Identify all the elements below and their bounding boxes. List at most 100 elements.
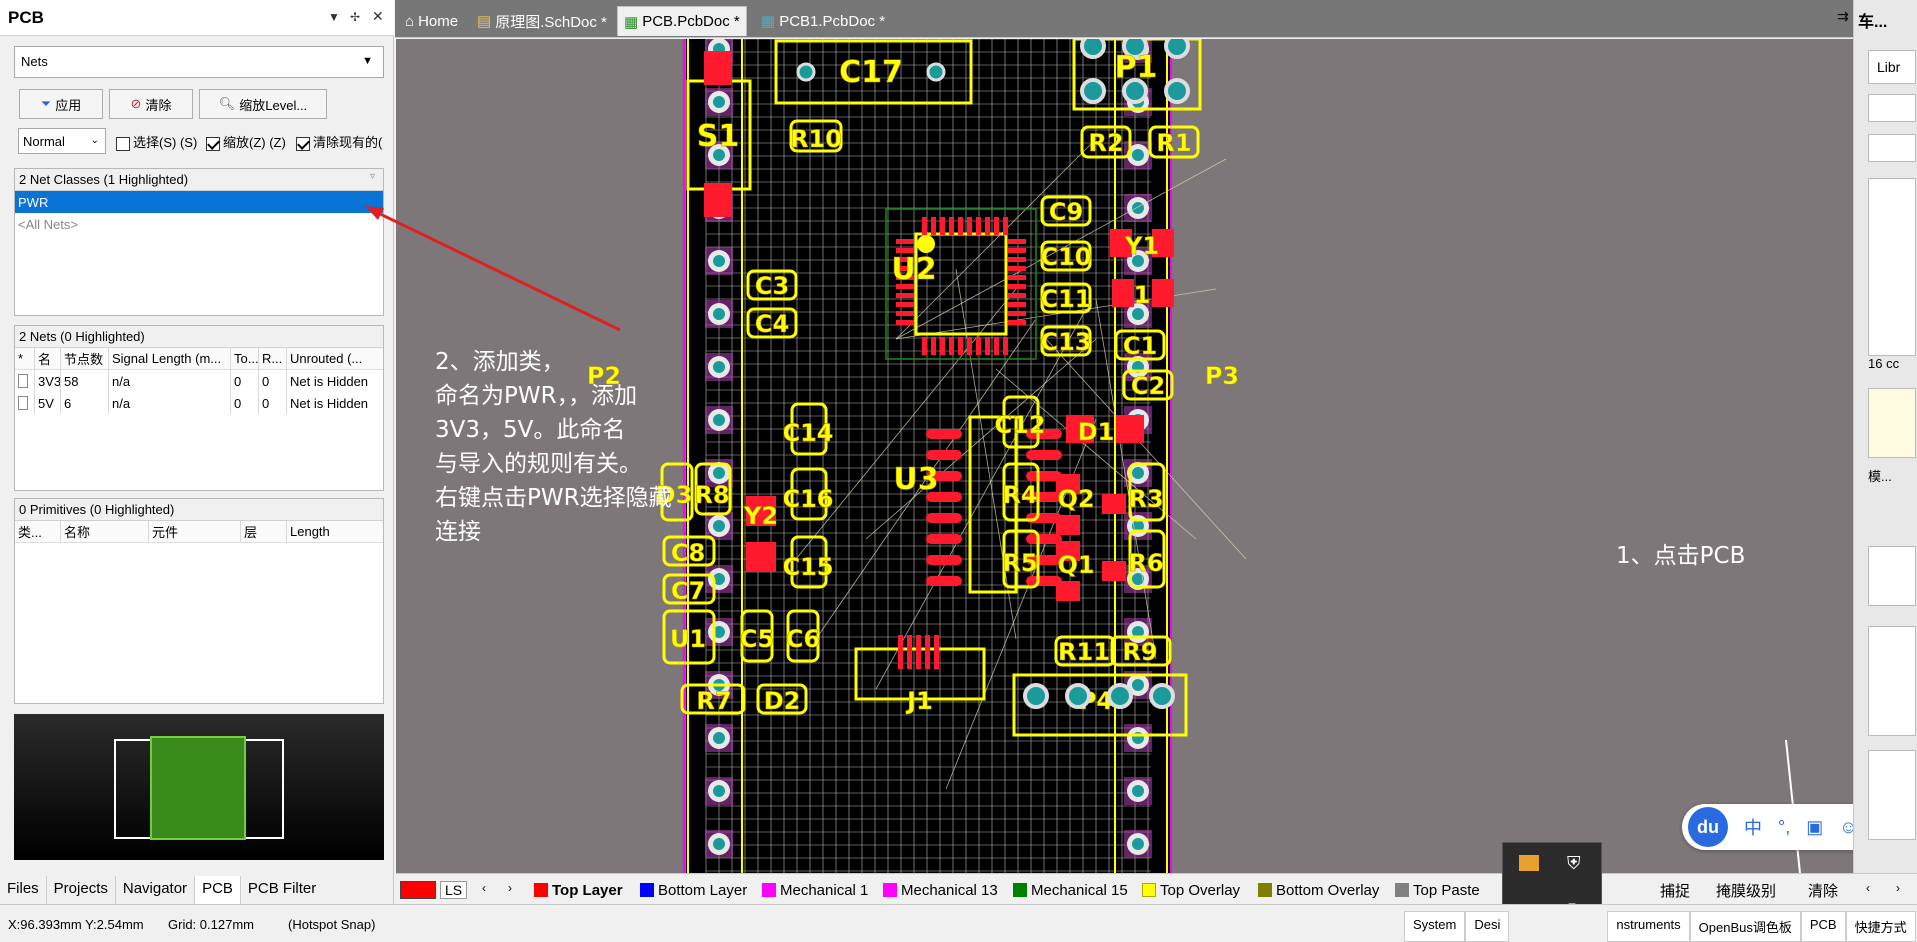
clear-mask-button[interactable]: 清除: [1808, 880, 1838, 900]
pin-icon[interactable]: ✢: [350, 10, 360, 24]
layer-bottom-overlay[interactable]: Bottom Overlay: [1258, 880, 1379, 900]
snap-button[interactable]: 捕捉: [1660, 880, 1690, 900]
tab-home[interactable]: ⌂ Home: [399, 6, 464, 36]
mode-dropdown[interactable]: Nets ▼: [14, 46, 384, 78]
column-header[interactable]: Length: [287, 521, 383, 542]
component-preview[interactable]: [1868, 388, 1916, 458]
column-header[interactable]: 层: [241, 521, 287, 542]
panel-menu-icon[interactable]: ▼: [328, 10, 340, 24]
mask-level-button[interactable]: 掩膜级别: [1716, 880, 1776, 900]
component-label-c12: C12: [994, 411, 1045, 439]
net-checkbox[interactable]: [15, 370, 35, 392]
close-icon[interactable]: ✕: [372, 8, 384, 25]
design-compiler-button[interactable]: Desi: [1465, 911, 1510, 942]
tab-files[interactable]: Files: [0, 876, 47, 904]
system-button[interactable]: System: [1404, 911, 1466, 942]
net-class-item-pwr[interactable]: PWR: [15, 191, 383, 213]
tab-navigator[interactable]: Navigator: [116, 876, 196, 904]
layer-top[interactable]: Top Layer: [534, 880, 623, 900]
pcb-canvas[interactable]: C17 P1 S1 R10 R2 R1 C9 Y1 U2 C10 C3 C11 1 C4 C13 C1 C2 P2…: [396, 39, 1853, 873]
net-r: 0: [259, 392, 287, 414]
header-drill: [713, 785, 725, 797]
column-header[interactable]: 元件: [149, 521, 241, 542]
shield-icon[interactable]: ⛨: [1567, 853, 1581, 874]
tab-pcb[interactable]: PCB: [195, 876, 241, 904]
j1-pin: [907, 635, 912, 669]
component-label-p1: P1: [1115, 50, 1158, 85]
layer-mech15[interactable]: Mechanical 15: [1013, 880, 1128, 900]
select-checkbox[interactable]: 选择(S) (S): [116, 132, 197, 151]
column-header[interactable]: To...: [231, 348, 259, 369]
apply-button[interactable]: ⏷ 应用: [19, 89, 103, 119]
zoom-level-button[interactable]: 🔍︎ 缩放Level...: [199, 89, 327, 119]
instruments-button[interactable]: nstruments: [1607, 911, 1690, 942]
tab-schematic[interactable]: ▤ 原理图.SchDoc *: [471, 6, 613, 36]
ime-logo-icon[interactable]: du: [1688, 807, 1728, 847]
layer-top-overlay[interactable]: Top Overlay: [1142, 880, 1240, 900]
scroll-right-icon[interactable]: ›: [1896, 881, 1900, 895]
p4-pad: [1065, 683, 1091, 709]
column-header[interactable]: 节点数: [61, 348, 109, 369]
net-name: 5V: [35, 392, 61, 414]
net-class-item-all[interactable]: <All Nets>: [15, 213, 383, 235]
tab-overflow-icon[interactable]: ⇉: [1837, 8, 1849, 25]
tab-pcb1-doc[interactable]: ▦ PCB1.PcbDoc *: [755, 6, 891, 36]
ime-chinese-icon[interactable]: 中: [1744, 814, 1762, 840]
component-label-y2: Y2: [743, 502, 778, 530]
net-unrouted: Net is Hidden: [290, 373, 369, 389]
column-header[interactable]: 类...: [15, 521, 61, 542]
scroll-list[interactable]: [1868, 178, 1916, 356]
header-drill: [713, 255, 725, 267]
tool-button[interactable]: [1868, 94, 1916, 122]
board-preview[interactable]: [14, 714, 384, 860]
component-pad: [1102, 561, 1126, 581]
column-header[interactable]: 名称: [61, 521, 149, 542]
libraries-button[interactable]: Libr: [1868, 50, 1916, 84]
net-classes-list: 2 Net Classes (1 Highlighted) ▿ PWR <All …: [14, 168, 384, 316]
column-header[interactable]: 名: [35, 348, 61, 369]
column-header[interactable]: *: [15, 348, 35, 369]
shortcuts-button[interactable]: 快捷方式: [1845, 911, 1916, 942]
scroll-list[interactable]: [1868, 750, 1916, 840]
tab-pcb-filter[interactable]: PCB Filter: [241, 876, 323, 904]
scroll-left-icon[interactable]: ‹: [1866, 881, 1870, 895]
pcb-status-button[interactable]: PCB: [1800, 911, 1846, 942]
component-label-q2: Q2: [1057, 485, 1094, 513]
layer-mech13[interactable]: Mechanical 13: [883, 880, 998, 900]
net-checkbox[interactable]: [15, 392, 35, 414]
column-header[interactable]: Unrouted (...: [287, 348, 383, 369]
layer-top-paste[interactable]: Top Paste: [1395, 880, 1480, 900]
tab-pcb-doc[interactable]: ▦ PCB.PcbDoc *: [617, 6, 747, 36]
layer-label: Top Layer: [552, 881, 623, 899]
u2-pin: [896, 239, 914, 244]
table-row[interactable]: 5V 6 n/a 0 0 Net is Hidden: [15, 392, 383, 414]
zoom-checkbox[interactable]: 缩放(Z) (Z): [206, 132, 286, 151]
column-header[interactable]: R...: [259, 348, 287, 369]
scroll-list[interactable]: [1868, 626, 1916, 736]
ime-toolbox-icon[interactable]: ▣: [1806, 817, 1823, 838]
tool-button[interactable]: [1868, 546, 1916, 606]
ime-punct-icon[interactable]: °,: [1778, 817, 1790, 838]
column-header[interactable]: Signal Length (m...: [109, 348, 231, 369]
scroll-left-icon[interactable]: ‹: [482, 881, 486, 895]
layer-bottom[interactable]: Bottom Layer: [640, 880, 747, 900]
component-label-p3: P3: [1205, 362, 1239, 390]
p4-pad: [1107, 683, 1133, 709]
layer-tabs: LS ‹ › Top Layer Bottom Layer Mechanical…: [396, 873, 1917, 903]
dropdown[interactable]: [1868, 134, 1916, 162]
tab-projects[interactable]: Projects: [47, 876, 116, 904]
table-row[interactable]: 3V3 58 n/a 0 0 Net is Hidden: [15, 370, 383, 392]
mask-mode-dropdown[interactable]: Normal ⌄: [18, 128, 106, 154]
scroll-right-icon[interactable]: ›: [508, 881, 512, 895]
filter-icon: ⏷: [40, 96, 52, 111]
layer-label: Top Paste: [1413, 881, 1480, 899]
openbus-button[interactable]: OpenBus调色板: [1689, 911, 1801, 942]
layer-set-selector[interactable]: LS: [400, 880, 468, 900]
mode-value: Nets: [21, 54, 48, 69]
clear-existing-checkbox[interactable]: 清除现有的(: [296, 132, 392, 151]
layer-mech1[interactable]: Mechanical 1: [762, 880, 868, 900]
u2-pin: [994, 337, 999, 355]
folder-icon[interactable]: [1519, 855, 1539, 871]
clear-button[interactable]: ⊘ 清除: [109, 89, 193, 119]
pcb-panel: PCB ▼ ✢ ✕ Nets ▼ ⏷ 应用 ⊘ 清除 🔍︎ 缩放Level... No…: [0, 0, 394, 904]
